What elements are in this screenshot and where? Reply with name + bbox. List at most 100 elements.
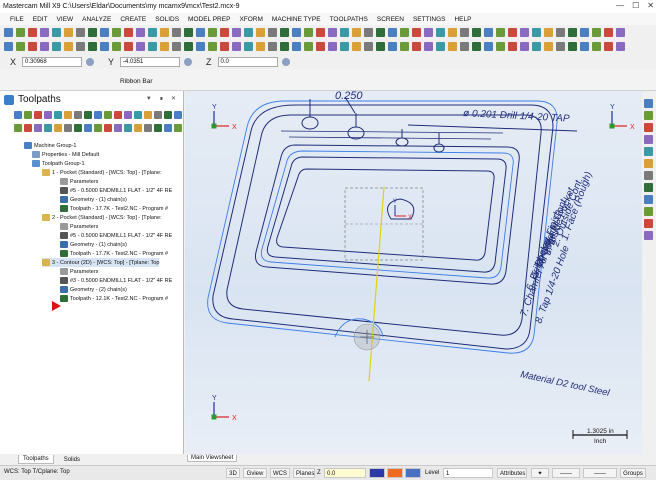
- panel-tool-icon[interactable]: [54, 111, 62, 119]
- panel-tool-icon[interactable]: [174, 111, 182, 119]
- toolbar-tool-icon[interactable]: [424, 41, 433, 51]
- toolbar-tool-icon[interactable]: [40, 41, 49, 51]
- toolbar-tool-icon[interactable]: [448, 41, 457, 51]
- toolbar-tool-icon[interactable]: [496, 27, 505, 37]
- menu-view[interactable]: VIEW: [57, 16, 74, 23]
- toolbar-tool-icon[interactable]: [484, 41, 493, 51]
- panel-tool-icon[interactable]: [74, 111, 82, 119]
- panel-tool-icon[interactable]: [14, 111, 22, 119]
- toolbar-tool-icon[interactable]: [556, 27, 565, 37]
- point-style-dropdown[interactable]: ✦: [531, 468, 549, 478]
- toolbar-tool-icon[interactable]: [148, 41, 157, 51]
- tree-item[interactable]: Properties - Mill Default: [32, 150, 99, 159]
- panel-tool-icon[interactable]: [64, 111, 72, 119]
- toolbar-tool-icon[interactable]: [40, 27, 49, 37]
- menu-model-prep[interactable]: MODEL PREP: [188, 16, 230, 23]
- toolbar-tool-icon[interactable]: [220, 27, 229, 37]
- menu-analyze[interactable]: ANALYZE: [82, 16, 111, 23]
- panel-tool-icon[interactable]: [174, 124, 182, 132]
- side-tool-icon[interactable]: [644, 171, 653, 180]
- graphics-viewport[interactable]: Y X Y X Y X Y X 0.250 ø 0.201 Drill 1/4-…: [185, 91, 642, 454]
- tree-item[interactable]: #3 - 0.5000 ENDMILL1 FLAT - 1/2" 4F RE: [60, 276, 172, 285]
- toolbar-tool-icon[interactable]: [304, 41, 313, 51]
- x-coord-field[interactable]: 0.30968: [22, 57, 83, 67]
- tab-main-viewsheet[interactable]: Main Viewsheet: [187, 455, 238, 462]
- tree-item[interactable]: 1 - Pocket (Standard) - [WCS: Top] - [Tp…: [42, 168, 162, 177]
- toolbar-tool-icon[interactable]: [148, 27, 157, 37]
- tree-item[interactable]: #5 - 0.5000 ENDMILL1 FLAT - 1/2" 4F RE: [60, 231, 172, 240]
- toolbar-tool-icon[interactable]: [196, 41, 205, 51]
- panel-tool-icon[interactable]: [94, 111, 102, 119]
- toolbar-tool-icon[interactable]: [100, 27, 109, 37]
- toolbar-tool-icon[interactable]: [556, 41, 565, 51]
- tree-item[interactable]: 2 - Pocket (Standard) - [WCS: Top] - [Tp…: [42, 213, 162, 222]
- panel-tool-icon[interactable]: [134, 111, 142, 119]
- toolbar-tool-icon[interactable]: [604, 27, 613, 37]
- tree-item[interactable]: Geometry - (1) chain(s): [60, 195, 127, 204]
- tree-item[interactable]: #5 - 0.5000 ENDMILL1 FLAT - 1/2" 4F RE: [60, 186, 172, 195]
- toolbar-tool-icon[interactable]: [280, 27, 289, 37]
- toolbar-tool-icon[interactable]: [400, 27, 409, 37]
- toolbar-tool-icon[interactable]: [532, 41, 541, 51]
- toolbar-tool-icon[interactable]: [316, 41, 325, 51]
- toolbar-tool-icon[interactable]: [364, 27, 373, 37]
- toolbar-tool-icon[interactable]: [340, 41, 349, 51]
- toolbar-tool-icon[interactable]: [412, 27, 421, 37]
- toolbar-tool-icon[interactable]: [256, 41, 265, 51]
- panel-tool-icon[interactable]: [84, 124, 92, 132]
- color-swatch-1[interactable]: [369, 468, 385, 478]
- panel-tool-icon[interactable]: [114, 111, 122, 119]
- toolbar-tool-icon[interactable]: [244, 41, 253, 51]
- tree-item[interactable]: Toolpath - 17.7K - Test2.NC - Program #: [60, 204, 168, 213]
- toolbar-tool-icon[interactable]: [292, 27, 301, 37]
- line-style-dropdown[interactable]: ——: [552, 468, 580, 478]
- toolbar-tool-icon[interactable]: [436, 27, 445, 37]
- tab-toolpaths[interactable]: Toolpaths: [18, 455, 54, 464]
- y-coord-field[interactable]: -4.0351: [120, 57, 181, 67]
- toolbar-tool-icon[interactable]: [16, 41, 25, 51]
- panel-tool-icon[interactable]: [104, 111, 112, 119]
- z-lock-icon[interactable]: [281, 58, 290, 66]
- toolbar-tool-icon[interactable]: [268, 41, 277, 51]
- wcs-button[interactable]: WCS: [270, 468, 290, 478]
- toolbar-tool-icon[interactable]: [508, 27, 517, 37]
- planes-button[interactable]: Planes: [293, 468, 315, 478]
- toolbar-tool-icon[interactable]: [112, 41, 121, 51]
- toolbar-tool-icon[interactable]: [124, 27, 133, 37]
- side-tool-icon[interactable]: [644, 207, 653, 216]
- menu-toolpaths[interactable]: TOOLPATHS: [330, 16, 368, 23]
- toolbar-tool-icon[interactable]: [520, 41, 529, 51]
- toolbar-tool-icon[interactable]: [400, 41, 409, 51]
- side-tool-icon[interactable]: [644, 135, 653, 144]
- attributes-button[interactable]: Attributes: [497, 468, 527, 478]
- panel-tool-icon[interactable]: [114, 124, 122, 132]
- tree-item[interactable]: 3 - Contour (2D) - [WCS: Top] - [Tplane:…: [42, 258, 160, 267]
- toolbar-tool-icon[interactable]: [28, 27, 37, 37]
- toolbar-tool-icon[interactable]: [460, 27, 469, 37]
- tree-item[interactable]: Toolpath - 12.1K - Test2.NC - Program #: [60, 294, 168, 303]
- toolbar-tool-icon[interactable]: [124, 41, 133, 51]
- toolbar-tool-icon[interactable]: [376, 41, 385, 51]
- 3d-button[interactable]: 3D: [226, 468, 240, 478]
- toolbar-tool-icon[interactable]: [52, 27, 61, 37]
- gview-button[interactable]: Gview: [243, 468, 267, 478]
- tab-solids[interactable]: Solids: [64, 457, 80, 463]
- toolbar-tool-icon[interactable]: [580, 27, 589, 37]
- maximize-icon[interactable]: ☐: [632, 1, 639, 10]
- side-tool-icon[interactable]: [644, 219, 653, 228]
- toolbar-tool-icon[interactable]: [592, 41, 601, 51]
- groups-button[interactable]: Groups: [620, 468, 646, 478]
- toolbar-tool-icon[interactable]: [424, 27, 433, 37]
- toolbar-tool-icon[interactable]: [28, 41, 37, 51]
- side-tool-icon[interactable]: [644, 123, 653, 132]
- toolbar-tool-icon[interactable]: [436, 41, 445, 51]
- side-tool-icon[interactable]: [644, 111, 653, 120]
- panel-tool-icon[interactable]: [74, 124, 82, 132]
- toolbar-tool-icon[interactable]: [496, 41, 505, 51]
- toolbar-tool-icon[interactable]: [88, 41, 97, 51]
- toolbar-tool-icon[interactable]: [4, 27, 13, 37]
- tree-item[interactable]: Geometry - (2) chain(s): [60, 285, 127, 294]
- toolbar-tool-icon[interactable]: [4, 41, 13, 51]
- toolbar-tool-icon[interactable]: [112, 27, 121, 37]
- toolbar-tool-icon[interactable]: [256, 27, 265, 37]
